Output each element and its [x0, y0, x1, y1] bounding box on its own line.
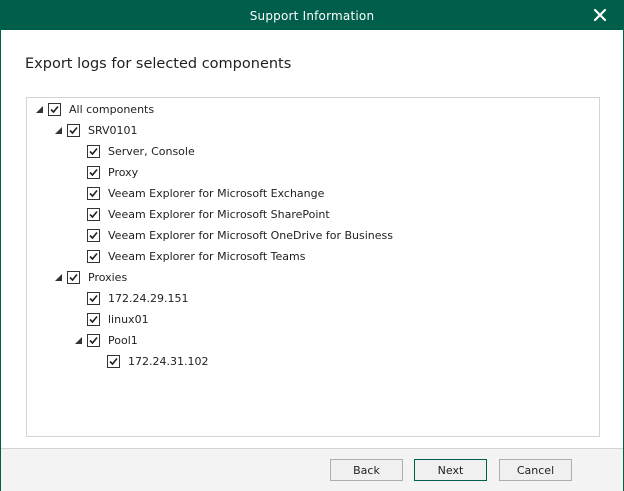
title-bar: Support Information — [1, 1, 623, 30]
checkmark-icon — [69, 126, 78, 135]
checkmark-icon — [89, 336, 98, 345]
checkmark-icon — [89, 210, 98, 219]
checkbox-explorer-exchange[interactable] — [87, 187, 100, 200]
close-icon[interactable] — [591, 6, 609, 24]
checkmark-icon — [69, 273, 78, 282]
tree-node-server-console[interactable]: Server, Console — [87, 141, 195, 162]
tree-node-label: linux01 — [108, 313, 149, 326]
checkbox-pool-ip[interactable] — [107, 355, 120, 368]
checkmark-icon — [89, 168, 98, 177]
checkmark-icon — [89, 147, 98, 156]
tree-node-label: SRV0101 — [88, 124, 138, 137]
checkmark-icon — [89, 252, 98, 261]
tree-node-proxy[interactable]: Proxy — [87, 162, 138, 183]
expanded-arrow-icon[interactable] — [35, 105, 45, 115]
window-title: Support Information — [249, 8, 375, 23]
tree-node-explorer-teams[interactable]: Veeam Explorer for Microsoft Teams — [87, 246, 305, 267]
checkmark-icon — [109, 357, 118, 366]
expanded-arrow-icon[interactable] — [74, 336, 84, 346]
cancel-button[interactable]: Cancel — [499, 459, 572, 481]
checkbox-all-components[interactable] — [48, 103, 61, 116]
checkmark-icon — [89, 231, 98, 240]
checkbox-pool[interactable] — [87, 334, 100, 347]
tree-node-server[interactable]: SRV0101 — [54, 120, 138, 141]
tree-node-label: 172.24.31.102 — [128, 355, 209, 368]
checkbox-explorer-sharepoint[interactable] — [87, 208, 100, 221]
checkmark-icon — [89, 294, 98, 303]
tree-node-explorer-exchange[interactable]: Veeam Explorer for Microsoft Exchange — [87, 183, 324, 204]
checkbox-server[interactable] — [67, 124, 80, 137]
checkbox-proxy[interactable] — [87, 166, 100, 179]
tree-node-label: Veeam Explorer for Microsoft SharePoint — [108, 208, 330, 221]
tree-node-label: Proxy — [108, 166, 139, 179]
tree-node-all-components[interactable]: All components — [35, 99, 154, 120]
back-button[interactable]: Back — [330, 459, 403, 481]
tree-node-pool-ip[interactable]: 172.24.31.102 — [107, 351, 208, 372]
tree-node-label: Server, Console — [108, 145, 195, 158]
tree-node-pool[interactable]: Pool1 — [74, 330, 138, 351]
expanded-arrow-icon[interactable] — [54, 126, 64, 136]
checkbox-explorer-teams[interactable] — [87, 250, 100, 263]
checkbox-explorer-onedrive[interactable] — [87, 229, 100, 242]
tree-node-label: 172.24.29.151 — [108, 292, 189, 305]
tree-node-label: All components — [69, 103, 155, 116]
checkbox-proxies[interactable] — [67, 271, 80, 284]
expanded-arrow-icon[interactable] — [54, 273, 64, 283]
tree-node-explorer-onedrive[interactable]: Veeam Explorer for Microsoft OneDrive fo… — [87, 225, 393, 246]
checkmark-icon — [89, 315, 98, 324]
page-heading: Export logs for selected components — [25, 56, 292, 72]
tree-node-label: Veeam Explorer for Microsoft Teams — [108, 250, 306, 263]
checkmark-icon — [89, 189, 98, 198]
dialog-footer: Back Next Cancel — [1, 448, 623, 491]
checkmark-icon — [50, 105, 59, 114]
tree-node-proxies[interactable]: Proxies — [54, 267, 127, 288]
tree-node-label: Pool1 — [108, 334, 138, 347]
checkbox-proxy-ip[interactable] — [87, 292, 100, 305]
checkbox-linux01[interactable] — [87, 313, 100, 326]
tree-node-label: Veeam Explorer for Microsoft Exchange — [108, 187, 325, 200]
tree-node-proxy-ip[interactable]: 172.24.29.151 — [87, 288, 188, 309]
tree-node-label: Veeam Explorer for Microsoft OneDrive fo… — [108, 229, 393, 242]
tree-node-label: Proxies — [88, 271, 128, 284]
checkbox-server-console[interactable] — [87, 145, 100, 158]
components-tree[interactable]: All components SRV0101 Server, Console P… — [26, 97, 600, 437]
tree-node-explorer-sharepoint[interactable]: Veeam Explorer for Microsoft SharePoint — [87, 204, 330, 225]
next-button[interactable]: Next — [414, 459, 487, 481]
tree-node-linux01[interactable]: linux01 — [87, 309, 149, 330]
support-information-dialog: Support Information Export logs for sele… — [0, 0, 624, 491]
